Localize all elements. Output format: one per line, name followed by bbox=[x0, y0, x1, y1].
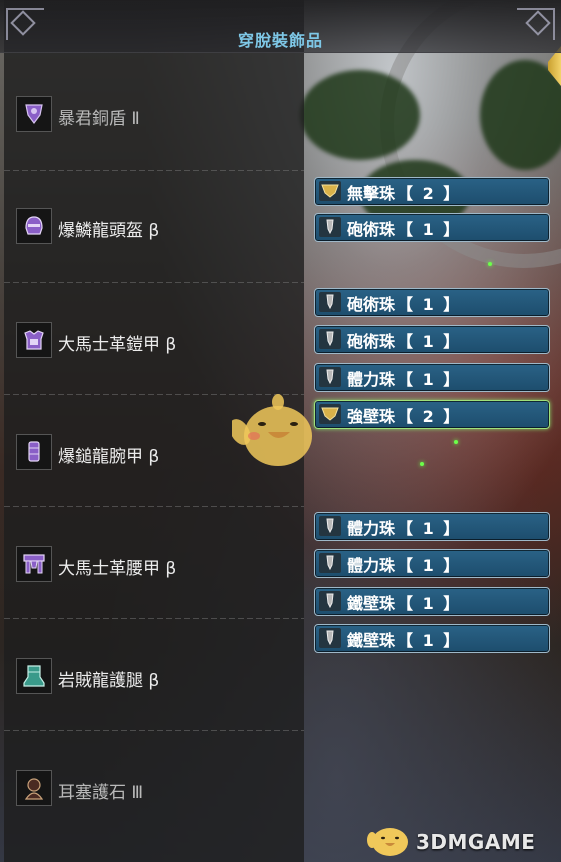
decoration-level: 【 1 】 bbox=[397, 519, 462, 538]
decoration-slot[interactable]: 砲術珠【 1 】 bbox=[314, 325, 550, 354]
decoration-level: 【 1 】 bbox=[397, 295, 462, 314]
particle-spark bbox=[488, 262, 492, 266]
decoration-slot-selected[interactable]: 強壁珠【 2 】 bbox=[314, 400, 550, 429]
arm-armor-icon bbox=[16, 434, 52, 470]
decoration-level: 【 2 】 bbox=[397, 407, 462, 426]
decoration-name: 體力珠 bbox=[347, 370, 396, 389]
decoration-level: 【 1 】 bbox=[397, 332, 462, 351]
decoration-level: 【 1 】 bbox=[397, 220, 462, 239]
slot-level-1-icon bbox=[319, 367, 341, 387]
decoration-name: 砲術珠 bbox=[347, 220, 396, 239]
row-divider bbox=[4, 618, 304, 619]
weapon-shield-icon bbox=[16, 96, 52, 132]
chest-armor-icon bbox=[16, 322, 52, 358]
background-tree bbox=[480, 60, 561, 170]
decoration-name: 鐵壁珠 bbox=[347, 594, 396, 613]
decoration-label: 強壁珠【 2 】 bbox=[347, 403, 461, 427]
watermark: 3DMGAME bbox=[364, 822, 556, 858]
decoration-name: 砲術珠 bbox=[347, 295, 396, 314]
decoration-slot[interactable]: 無擊珠【 2 】 bbox=[314, 177, 550, 206]
decoration-label: 砲術珠【 1 】 bbox=[347, 216, 461, 240]
decoration-slot[interactable]: 砲術珠【 1 】 bbox=[314, 288, 550, 317]
decoration-slot[interactable]: 鐵壁珠【 1 】 bbox=[314, 624, 550, 653]
decoration-level: 【 1 】 bbox=[397, 631, 462, 650]
slot-level-1-icon bbox=[319, 591, 341, 611]
decoration-label: 砲術珠【 1 】 bbox=[347, 328, 461, 352]
slot-level-1-icon bbox=[319, 329, 341, 349]
background-tree bbox=[300, 70, 420, 160]
decoration-name: 體力珠 bbox=[347, 556, 396, 575]
particle-spark bbox=[454, 440, 458, 444]
decoration-label: 體力珠【 1 】 bbox=[347, 366, 461, 390]
decoration-label: 體力珠【 1 】 bbox=[347, 552, 461, 576]
mascot-bird-icon bbox=[232, 394, 312, 466]
page-title: 穿脫裝飾品 bbox=[237, 31, 323, 50]
row-divider bbox=[4, 282, 304, 283]
decoration-slot[interactable]: 體力珠【 1 】 bbox=[314, 363, 550, 392]
decoration-label: 無擊珠【 2 】 bbox=[347, 180, 461, 204]
equipment-row-legs[interactable]: 岩賊龍護腿 β bbox=[4, 618, 304, 730]
watermark-mascot-icon bbox=[367, 828, 408, 856]
decoration-level: 【 2 】 bbox=[397, 184, 462, 203]
slot-level-1-icon bbox=[319, 292, 341, 312]
decoration-name: 鐵壁珠 bbox=[347, 631, 396, 650]
equipment-row-weapon[interactable]: 暴君銅盾 Ⅱ bbox=[4, 56, 304, 168]
equipment-name: 爆鱗龍頭盔 β bbox=[58, 221, 160, 241]
equipment-row-chest[interactable]: 大馬士革鎧甲 β bbox=[4, 282, 304, 394]
particle-spark bbox=[420, 462, 424, 466]
decoration-slot[interactable]: 體力珠【 1 】 bbox=[314, 549, 550, 578]
decoration-name: 砲術珠 bbox=[347, 332, 396, 351]
slot-level-1-icon bbox=[319, 217, 341, 237]
row-divider bbox=[4, 506, 304, 507]
row-divider bbox=[4, 170, 304, 171]
panel-header: 穿脫裝飾品 bbox=[0, 0, 561, 53]
waist-armor-icon bbox=[16, 546, 52, 582]
decoration-level: 【 1 】 bbox=[397, 370, 462, 389]
decoration-label: 鐵壁珠【 1 】 bbox=[347, 627, 461, 651]
slot-level-1-icon bbox=[319, 516, 341, 536]
equipment-name: 爆鎚龍腕甲 β bbox=[58, 447, 160, 467]
equipment-row-waist[interactable]: 大馬士革腰甲 β bbox=[4, 506, 304, 618]
charm-icon bbox=[16, 770, 52, 806]
equipment-name: 暴君銅盾 Ⅱ bbox=[58, 109, 140, 129]
decoration-level: 【 1 】 bbox=[397, 556, 462, 575]
watermark-text: 3DMGAME bbox=[416, 830, 536, 854]
decoration-slot[interactable]: 鐵壁珠【 1 】 bbox=[314, 587, 550, 616]
decoration-name: 體力珠 bbox=[347, 519, 396, 538]
decoration-name: 無擊珠 bbox=[347, 184, 396, 203]
decoration-label: 鐵壁珠【 1 】 bbox=[347, 590, 461, 614]
decoration-slot[interactable]: 體力珠【 1 】 bbox=[314, 512, 550, 541]
equipment-name: 岩賊龍護腿 β bbox=[58, 671, 160, 691]
slot-level-1-icon bbox=[319, 628, 341, 648]
slot-level-2-icon bbox=[319, 181, 341, 201]
leg-armor-icon bbox=[16, 658, 52, 694]
decoration-level: 【 1 】 bbox=[397, 594, 462, 613]
decoration-label: 砲術珠【 1 】 bbox=[347, 291, 461, 315]
equipment-name: 耳塞護石 Ⅲ bbox=[58, 783, 144, 803]
row-divider bbox=[4, 730, 304, 731]
equipment-name: 大馬士革腰甲 β bbox=[58, 559, 177, 579]
decoration-slot[interactable]: 砲術珠【 1 】 bbox=[314, 213, 550, 242]
slot-level-1-icon bbox=[319, 553, 341, 573]
decoration-label: 體力珠【 1 】 bbox=[347, 515, 461, 539]
equipment-row-head[interactable]: 爆鱗龍頭盔 β bbox=[4, 170, 304, 282]
decoration-name: 強壁珠 bbox=[347, 407, 396, 426]
equipment-name: 大馬士革鎧甲 β bbox=[58, 335, 177, 355]
equipment-row-charm[interactable]: 耳塞護石 Ⅲ bbox=[4, 730, 304, 842]
helmet-icon bbox=[16, 208, 52, 244]
